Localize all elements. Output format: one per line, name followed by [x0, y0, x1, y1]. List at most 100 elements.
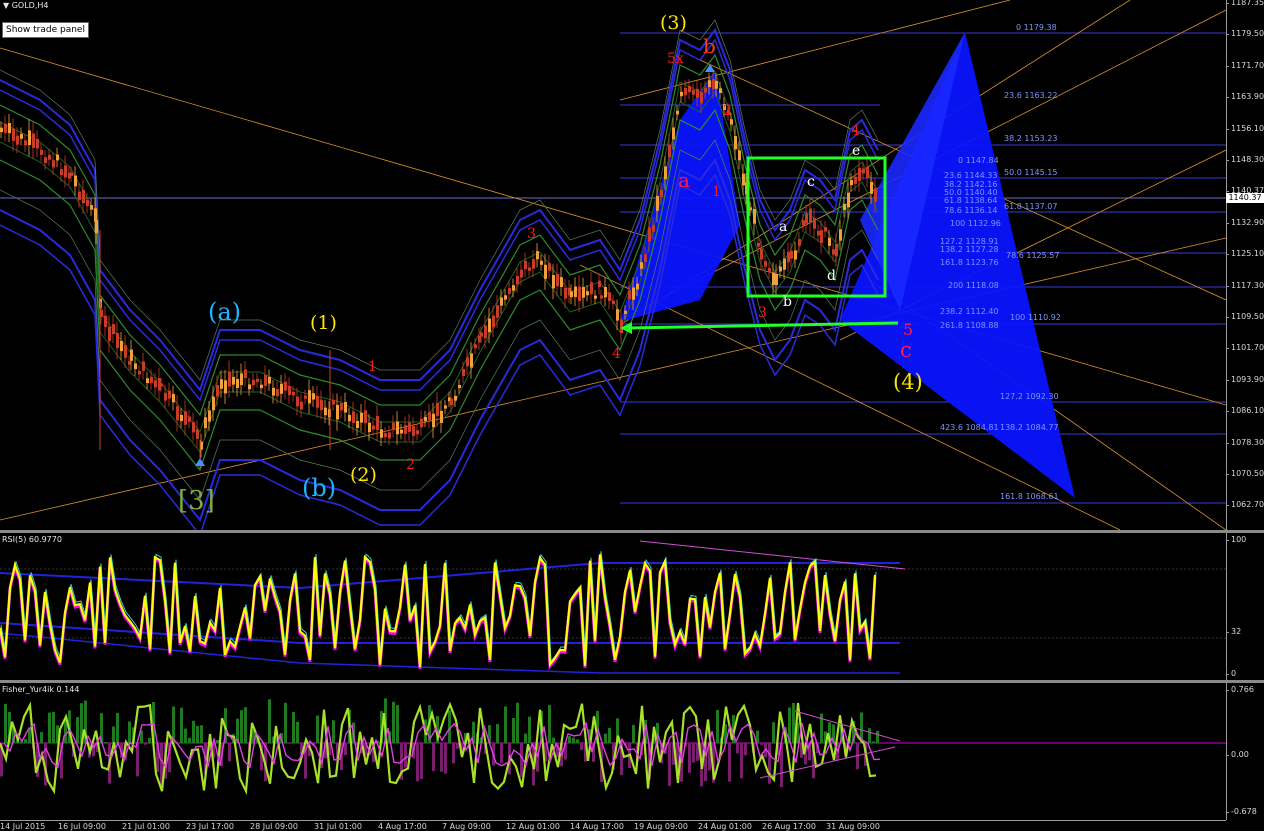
candle-body: [730, 119, 733, 124]
fisher-bar: [448, 710, 451, 743]
candle-body: [134, 363, 137, 369]
fisher-bar: [196, 726, 199, 743]
candle-body: [12, 129, 15, 141]
candle-body: [304, 395, 307, 398]
candle-body: [696, 89, 699, 98]
candle-body: [757, 243, 760, 247]
candle-body: [86, 200, 89, 206]
fisher-bar: [772, 722, 775, 743]
candle-body: [712, 79, 715, 89]
fisher-bar: [432, 743, 435, 771]
fisher-bar: [104, 742, 107, 743]
up-arrow-icon: [705, 64, 715, 72]
candle-body: [372, 426, 375, 430]
candle-body: [480, 332, 483, 336]
fib-label: 23.6 1163.22: [1004, 91, 1057, 100]
price-chart-pane[interactable]: ▼ GOLD,H4 Show trade panel 0 1179.38 23.…: [0, 0, 1226, 530]
candle-body: [540, 261, 543, 265]
fisher-bar: [180, 708, 183, 743]
candle-body: [368, 423, 371, 432]
candle-body: [802, 220, 805, 225]
candle-body: [256, 379, 259, 382]
candle-body: [204, 417, 207, 428]
fisher-canvas[interactable]: [0, 683, 1226, 820]
fisher-pane[interactable]: Fisher_Yur4ik 0.144: [0, 683, 1226, 820]
candle-body: [532, 259, 535, 269]
fisher-bar: [868, 728, 871, 743]
candle-body: [594, 296, 597, 299]
candle-body: [462, 369, 465, 376]
candle-body: [360, 413, 363, 423]
candle-body: [272, 388, 275, 396]
candle-body: [24, 140, 27, 145]
fisher-bar: [744, 743, 747, 755]
axis-tick: 1109.50: [1231, 312, 1264, 321]
price-chart-canvas[interactable]: [0, 0, 1226, 530]
wave-label: (1): [310, 314, 337, 333]
candle-body: [196, 429, 199, 438]
candle-body: [164, 393, 167, 401]
candle-body: [268, 377, 271, 384]
candle-body: [28, 130, 31, 145]
candle-body: [862, 169, 865, 174]
candle-body: [364, 410, 367, 423]
candle-body: [292, 392, 295, 396]
candle-body: [244, 369, 247, 378]
rsi-pane[interactable]: RSI(5) 60.9770: [0, 533, 1226, 680]
candle-body: [676, 111, 679, 115]
candle-body: [620, 319, 623, 333]
candle-body: [824, 227, 827, 231]
rsi-canvas[interactable]: [0, 533, 1226, 680]
fib-label: 138.2 1127.28: [940, 245, 999, 254]
show-trade-panel-button[interactable]: Show trade panel: [2, 22, 89, 38]
axis-tick: 1086.10: [1231, 406, 1264, 415]
fisher-bar: [740, 743, 743, 778]
candle-body: [668, 145, 671, 158]
candle-body: [172, 394, 175, 402]
candle-body: [408, 423, 411, 432]
candle-body: [320, 400, 323, 411]
wave-label: 3: [758, 306, 767, 320]
fisher-bar: [576, 739, 579, 743]
candle-body: [56, 155, 59, 161]
wave-label: c: [900, 340, 912, 361]
candle-body: [528, 267, 531, 270]
fisher-bar: [192, 721, 195, 743]
candle-body: [835, 244, 838, 257]
candle-body: [874, 189, 877, 202]
candle-body: [280, 384, 283, 394]
candle-body: [90, 205, 93, 210]
candle-body: [404, 425, 407, 434]
candle-body: [600, 295, 603, 298]
candle-body: [832, 249, 835, 254]
candle-body: [188, 417, 191, 422]
candle-body: [508, 288, 511, 294]
price-axis[interactable]: 1187.351179.501171.701163.901156.101148.…: [1226, 0, 1264, 530]
axis-tick: 1070.50: [1231, 469, 1264, 478]
axis-tick: 1171.70: [1231, 61, 1264, 70]
wave-label: [3]: [178, 488, 215, 514]
candle-body: [560, 277, 563, 287]
fisher-bar: [548, 705, 551, 743]
fisher-bar: [116, 713, 119, 743]
axis-tick: 1062.70: [1231, 500, 1264, 509]
candle-body: [536, 251, 539, 259]
candle-body: [440, 411, 443, 423]
wave-label: d: [827, 269, 836, 283]
candle-body: [74, 176, 77, 187]
candle-body: [775, 274, 778, 285]
candle-body: [432, 414, 435, 427]
axis-tick: 100: [1231, 535, 1246, 544]
candle-body: [412, 426, 415, 436]
dropdown-icon[interactable]: ▼: [3, 1, 12, 10]
ma-band: [0, 160, 878, 520]
chart-title: ▼ GOLD,H4: [3, 1, 48, 10]
candle-body: [264, 375, 267, 386]
fisher-bar: [528, 717, 531, 743]
candle-body: [112, 324, 115, 334]
fib-label: 23.6 1144.33: [944, 171, 997, 180]
candle-body: [734, 136, 737, 149]
candle-body: [340, 403, 343, 410]
candle-body: [684, 88, 687, 96]
rsi-line: [0, 554, 875, 667]
